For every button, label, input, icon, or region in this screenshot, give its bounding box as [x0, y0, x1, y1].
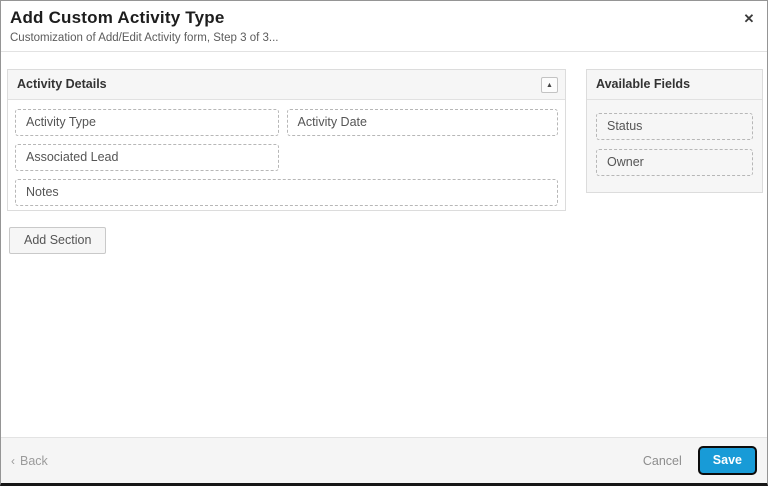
field-notes[interactable]: Notes — [15, 179, 558, 206]
chevron-up-icon: ▲ — [546, 81, 553, 89]
dialog-header: Add Custom Activity Type Customization o… — [1, 1, 767, 52]
activity-details-title: Activity Details — [17, 77, 107, 91]
back-label: Back — [20, 453, 48, 468]
field-row: Activity Type Activity Date — [15, 109, 558, 136]
cancel-button[interactable]: Cancel — [643, 454, 682, 468]
available-fields-panel: Available Fields Status Owner — [586, 69, 763, 193]
back-link[interactable]: ‹ Back — [11, 454, 48, 468]
available-fields-body: Status Owner — [587, 100, 762, 190]
dialog-subtitle: Customization of Add/Edit Activity form,… — [10, 32, 279, 44]
field-status[interactable]: Status — [596, 113, 753, 140]
field-activity-date[interactable]: Activity Date — [286, 109, 558, 136]
dialog-footer: ‹ Back Cancel Save — [1, 437, 767, 483]
chevron-left-icon: ‹ — [11, 453, 15, 468]
field-row: Notes — [15, 179, 558, 206]
dialog-title: Add Custom Activity Type — [10, 8, 225, 27]
available-fields-title: Available Fields — [596, 77, 691, 91]
close-icon[interactable]: ✕ — [740, 10, 758, 28]
field-row: Associated Lead — [15, 144, 558, 171]
field-associated-lead[interactable]: Associated Lead — [15, 144, 279, 171]
activity-details-header: Activity Details ▲ — [8, 70, 565, 100]
field-activity-type[interactable]: Activity Type — [15, 109, 279, 136]
activity-details-panel: Activity Details ▲ Activity Type Activit… — [7, 69, 566, 211]
add-custom-activity-type-dialog: Add Custom Activity Type Customization o… — [0, 0, 768, 486]
available-fields-header: Available Fields — [587, 70, 762, 100]
save-button[interactable]: Save — [697, 446, 757, 475]
field-owner[interactable]: Owner — [596, 149, 753, 176]
activity-details-body: Activity Type Activity Date Associated L… — [8, 100, 565, 213]
collapse-panel-button[interactable]: ▲ — [541, 77, 558, 93]
add-section-button[interactable]: Add Section — [9, 227, 107, 254]
